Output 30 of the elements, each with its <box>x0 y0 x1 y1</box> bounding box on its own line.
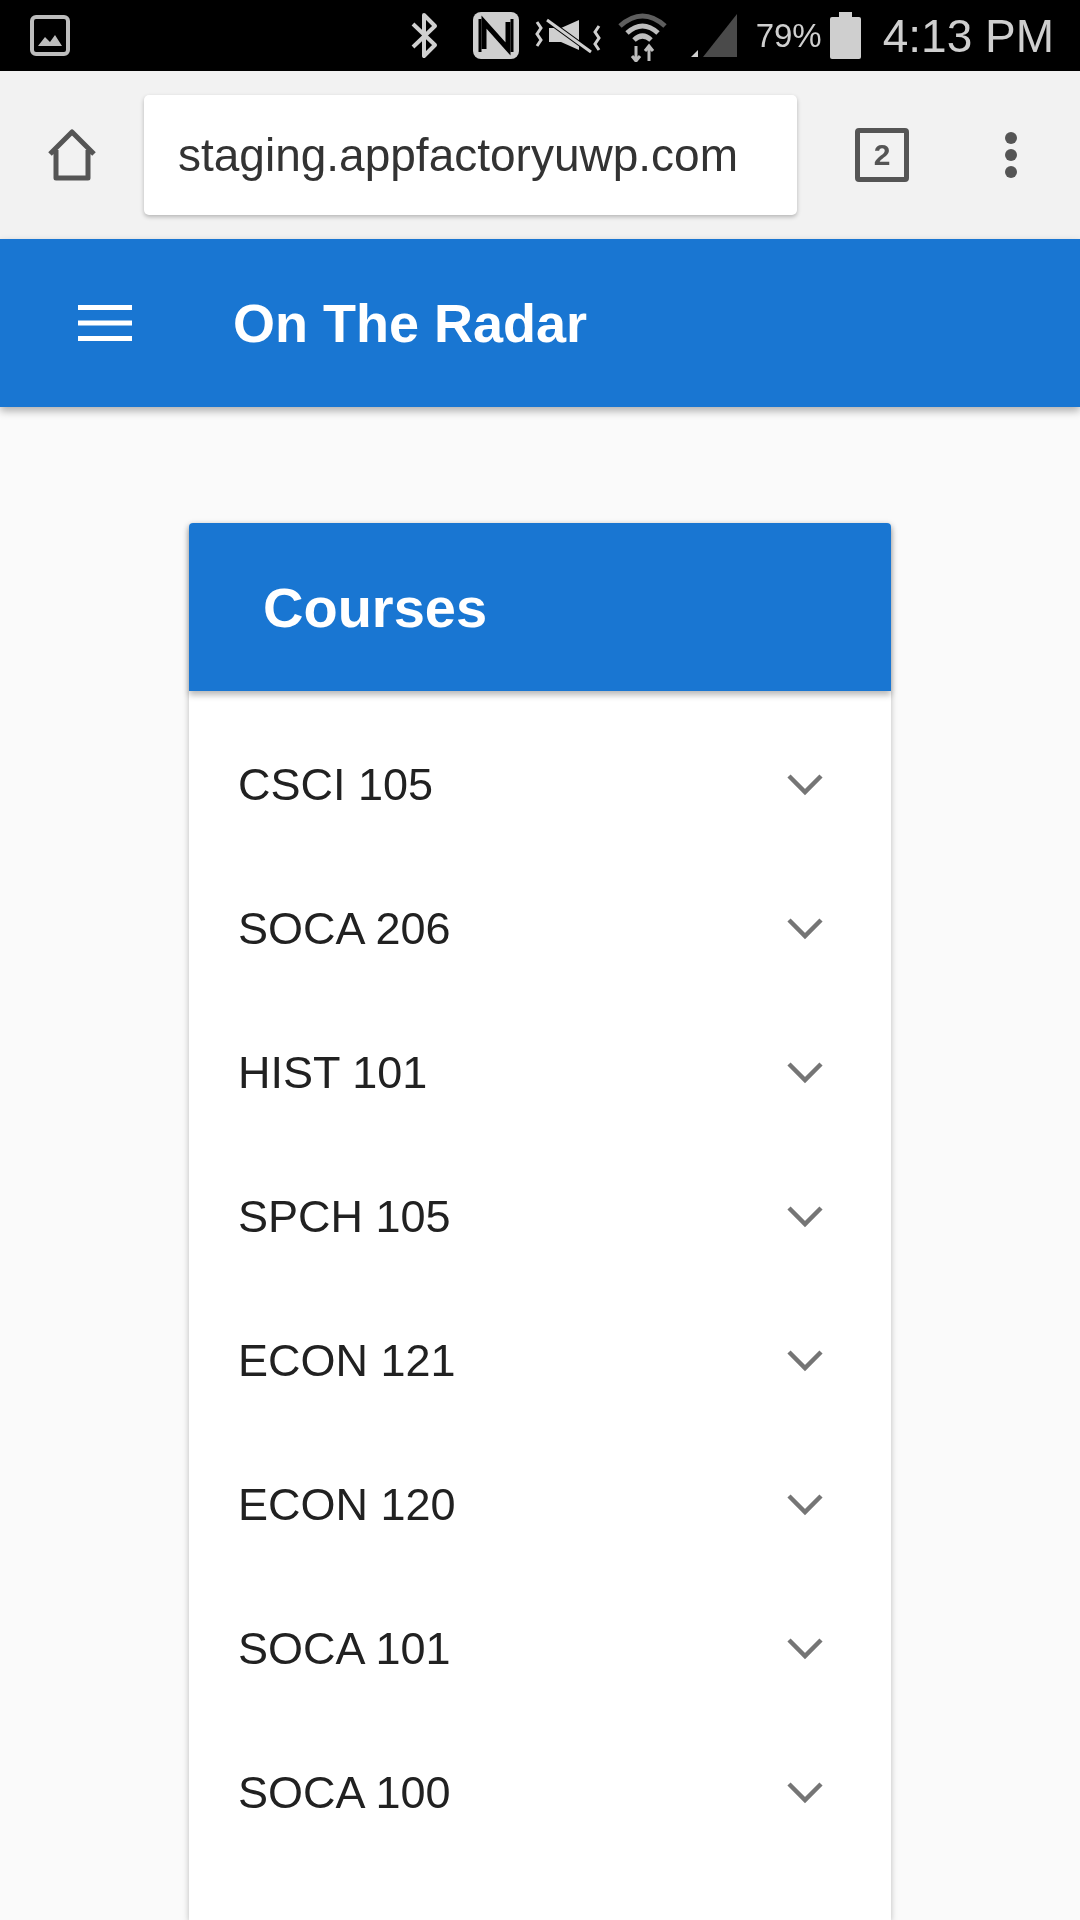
course-name: ECON 120 <box>238 1479 456 1531</box>
course-item[interactable]: SOCA 206 <box>189 857 891 1001</box>
course-item[interactable]: HIST 101 <box>189 1001 891 1145</box>
menu-icon <box>78 305 132 341</box>
course-item[interactable]: SPCH 105 <box>189 1145 891 1289</box>
battery-percentage: 79% <box>755 16 822 55</box>
course-item[interactable]: ECON 121 <box>189 1289 891 1433</box>
app-title: On The Radar <box>233 292 588 354</box>
tab-count-button[interactable]: 2 <box>855 128 909 182</box>
course-name: SPCH 105 <box>238 1191 451 1243</box>
course-name: SOCA 206 <box>238 903 451 955</box>
course-name: SOCA 100 <box>238 1767 451 1819</box>
course-item[interactable]: SOCA 100 <box>189 1721 891 1865</box>
course-name: HIST 101 <box>238 1047 428 1099</box>
card-title: Courses <box>263 574 488 640</box>
battery-icon <box>829 12 861 59</box>
course-name: SOCA 101 <box>238 1623 451 1675</box>
clock-time: 4:13 PM <box>882 8 1054 63</box>
gallery-icon <box>30 15 70 56</box>
more-menu-button[interactable] <box>1004 131 1018 179</box>
course-item[interactable]: ECON 120 <box>189 1433 891 1577</box>
course-item[interactable]: SOCA 101 <box>189 1577 891 1721</box>
menu-dots-icon <box>1004 131 1018 179</box>
address-bar[interactable]: staging.appfactoryuwp.com <box>144 95 797 215</box>
menu-button[interactable] <box>78 305 132 341</box>
course-name: ECON 121 <box>238 1335 456 1387</box>
course-name: CSCI 105 <box>238 759 434 811</box>
course-item[interactable]: CSCI 105 <box>189 713 891 857</box>
signal-icon <box>689 13 738 58</box>
nfc-icon <box>471 11 520 60</box>
